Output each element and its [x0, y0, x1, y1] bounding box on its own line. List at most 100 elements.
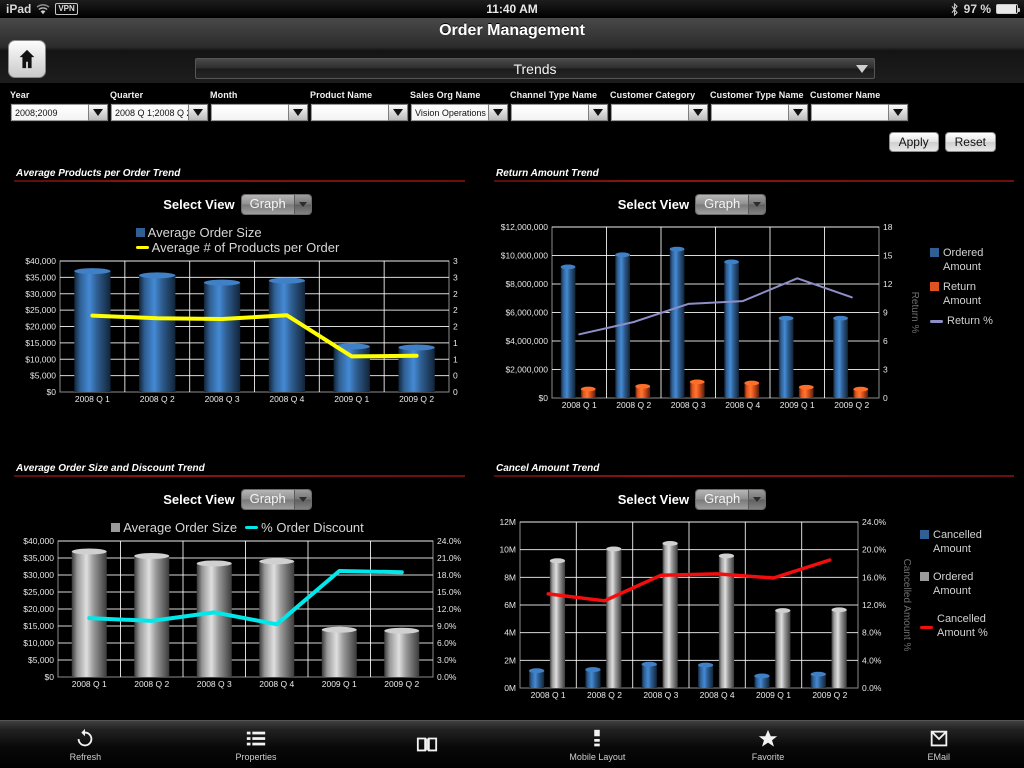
legend-swatch-bar: [111, 523, 121, 532]
filter-value[interactable]: [511, 104, 588, 121]
chevron-down-icon[interactable]: [388, 104, 408, 121]
refresh-icon: [77, 728, 93, 746]
panel-title: Average Products per Order Trend: [16, 168, 181, 179]
svg-text:15.0%: 15.0%: [437, 587, 462, 597]
chart-canvas: $0 $2,000,000 $4,000,000 $6,000,000 $8,000,0…: [480, 221, 1024, 416]
svg-text:2009 Q 1: 2009 Q 1: [322, 679, 357, 689]
envelope-icon: [930, 730, 947, 746]
legend-item: Average # of Products per Order: [135, 240, 339, 255]
svg-text:$0: $0: [539, 393, 549, 403]
legend-swatch-line: [245, 526, 259, 529]
filter-label: Product Name: [310, 90, 373, 100]
chevron-down-icon[interactable]: [748, 490, 766, 509]
select-view-dropdown[interactable]: Graph: [695, 194, 767, 215]
filter-combobox[interactable]: [710, 103, 809, 122]
select-view-dropdown[interactable]: Graph: [240, 194, 312, 215]
filter-combobox[interactable]: [210, 103, 309, 122]
svg-text:0: 0: [453, 387, 458, 397]
filter-combobox[interactable]: [610, 103, 709, 122]
svg-text:2008 Q 3: 2008 Q 3: [205, 394, 240, 404]
filter-channel-type-name: Channel Type Name: [510, 90, 609, 122]
home-button[interactable]: [8, 40, 46, 78]
chevron-down-icon[interactable]: [288, 104, 308, 121]
svg-text:$30,000: $30,000: [25, 289, 56, 299]
svg-text:$5,000: $5,000: [28, 655, 54, 665]
chart-plot: $0 $2,000,000 $4,000,000 $6,000,000 $8,000,0…: [501, 222, 920, 410]
svg-text:2008 Q 4: 2008 Q 4: [269, 394, 304, 404]
svg-text:2009 Q 2: 2009 Q 2: [834, 400, 869, 410]
toolbar-item-bookmarks[interactable]: [341, 733, 512, 757]
filter-value[interactable]: 2008;2009: [11, 104, 88, 121]
filter-label: Year: [10, 90, 30, 100]
app-title-bar: Order Management Trends: [0, 18, 1024, 84]
chevron-down-icon[interactable]: [88, 104, 108, 121]
filter-combobox[interactable]: 2008;2009: [10, 103, 109, 122]
dashboard-view-selector[interactable]: Trends: [195, 58, 875, 79]
svg-text:2008 Q 2: 2008 Q 2: [134, 679, 169, 689]
filter-value[interactable]: [611, 104, 688, 121]
filter-quarter: Quarter 2008 Q 1;2008 Q 2;: [110, 90, 209, 122]
chart-legend: Average Order Size % Order Discount: [0, 520, 475, 535]
dashboard-view-value: Trends: [513, 61, 557, 77]
svg-text:12.0%: 12.0%: [862, 600, 887, 610]
legend-label: Average Order Size: [123, 520, 238, 535]
svg-text:24.0%: 24.0%: [862, 517, 887, 527]
svg-text:$6,000,000: $6,000,000: [505, 308, 548, 318]
toolbar-item-properties[interactable]: Properties: [171, 728, 342, 762]
legend-swatch-bar: [920, 572, 929, 581]
filter-combobox[interactable]: [510, 103, 609, 122]
svg-text:3: 3: [453, 256, 458, 266]
filter-product-name: Product Name: [310, 90, 409, 122]
chevron-down-icon[interactable]: [188, 104, 208, 121]
toolbar-item-refresh[interactable]: Refresh: [0, 728, 171, 762]
dashboard-grid: Average Products per Order Trend Select …: [0, 168, 1024, 718]
chevron-down-icon[interactable]: [748, 195, 766, 214]
filter-combobox[interactable]: 2008 Q 1;2008 Q 2;: [110, 103, 209, 122]
filter-value[interactable]: Vision Operations: [411, 104, 488, 121]
star-icon: [758, 729, 778, 747]
svg-text:Cancelled Amount %: Cancelled Amount %: [901, 559, 912, 652]
toolbar-item-mobile-layout[interactable]: Mobile Layout: [512, 728, 683, 762]
bottom-toolbar: Refresh Properties Mobile Layout Favorit…: [0, 720, 1024, 768]
chevron-down-icon[interactable]: [293, 490, 311, 509]
legend-label: Cancelled Amount %: [937, 613, 988, 639]
filter-label: Month: [210, 90, 238, 100]
toolbar-item-favorite[interactable]: Favorite: [683, 728, 854, 762]
chevron-down-icon[interactable]: [488, 104, 508, 121]
svg-text:$10,000,000: $10,000,000: [501, 251, 549, 261]
filter-value[interactable]: [211, 104, 288, 121]
legend-item: Ordered Amount: [920, 570, 1009, 598]
svg-text:2009 Q 2: 2009 Q 2: [812, 690, 847, 700]
chevron-down-icon[interactable]: [888, 104, 908, 121]
filter-value[interactable]: [711, 104, 788, 121]
apply-button[interactable]: Apply: [888, 132, 939, 152]
panel-average-products-per-order-trend: Average Products per Order Trend Select …: [0, 168, 475, 410]
svg-text:2008 Q 1: 2008 Q 1: [562, 400, 597, 410]
reset-button[interactable]: Reset: [944, 132, 996, 152]
select-view-dropdown[interactable]: Graph: [695, 489, 767, 510]
filter-combobox[interactable]: [310, 103, 409, 122]
select-view-control: Select View Graph: [480, 194, 904, 215]
filter-value[interactable]: 2008 Q 1;2008 Q 2;: [111, 104, 188, 121]
filter-combobox[interactable]: [810, 103, 909, 122]
filter-value[interactable]: [811, 104, 888, 121]
svg-text:$0: $0: [47, 387, 57, 397]
select-view-value: Graph: [696, 490, 749, 509]
chevron-down-icon[interactable]: [788, 104, 808, 121]
filter-value[interactable]: [311, 104, 388, 121]
svg-text:$15,000: $15,000: [25, 338, 56, 348]
select-view-label: Select View: [163, 492, 235, 507]
chart-plot: 0M 2M 4M 6M 8M 10M 12M 0.0% 4.0% 8.0% 12.0% 16.0% 20…: [499, 517, 912, 700]
filter-combobox[interactable]: Vision Operations: [410, 103, 509, 122]
chevron-down-icon[interactable]: [293, 195, 311, 214]
select-view-dropdown[interactable]: Graph: [240, 489, 312, 510]
svg-text:2008 Q 3: 2008 Q 3: [643, 690, 678, 700]
legend-item: Ordered Amount: [930, 246, 1019, 274]
filter-label: Sales Org Name: [410, 90, 481, 100]
toolbar-item-email[interactable]: EMail: [853, 728, 1024, 762]
svg-text:12.0%: 12.0%: [437, 604, 462, 614]
panel-divider: [494, 475, 1014, 477]
chevron-down-icon[interactable]: [588, 104, 608, 121]
chevron-down-icon[interactable]: [688, 104, 708, 121]
filter-label: Customer Name: [810, 90, 881, 100]
